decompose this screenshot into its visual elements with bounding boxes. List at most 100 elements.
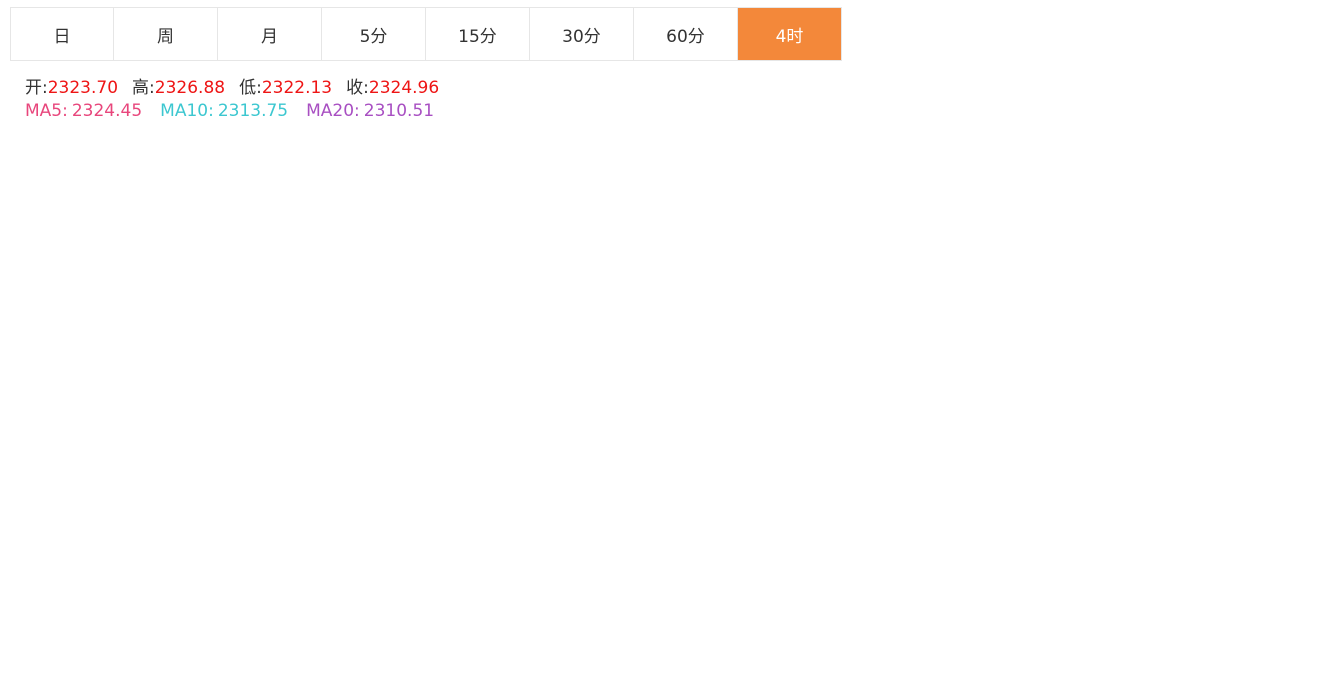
candle-body [943, 507, 956, 519]
low-label: 低: [239, 78, 262, 98]
candle-body [732, 420, 745, 468]
ma5-value: 2324.45 [71, 101, 143, 121]
candle-body [1003, 565, 1016, 641]
candle-body [1033, 585, 1046, 590]
tab-1[interactable]: 周 [114, 8, 218, 60]
close-value: 2324.96 [368, 78, 440, 98]
candle-body [401, 487, 414, 531]
y-tick-label: 2287.54 [1263, 635, 1321, 652]
candle-body [958, 507, 971, 543]
y-tick-label: 2356.33 [1263, 366, 1321, 383]
candle-body [10, 326, 22, 351]
candle-body [341, 479, 354, 496]
ma10-line [16, 255, 1221, 602]
candle-body [235, 358, 248, 449]
tab-7[interactable]: 4时 [738, 8, 842, 60]
y-tick-label: 2425.12 [1263, 96, 1321, 113]
candle-body [837, 608, 850, 653]
ma5-label: MA5: [25, 101, 68, 121]
ohlc-legend: 开:2323.70 高:2326.88 低:2322.13 收:2324.96 [25, 73, 443, 98]
timeframe-tabs: 日周月 5分 15分 30分 60分 4时 [10, 7, 842, 61]
candle-body [1138, 554, 1151, 570]
candle-body [280, 495, 293, 609]
candle-body [1153, 518, 1166, 555]
current-price-tag [1254, 484, 1331, 507]
candle-body [476, 518, 489, 523]
tab-2[interactable]: 月 [218, 8, 322, 60]
candle-body [1198, 499, 1211, 504]
high-label: 高: [132, 78, 155, 98]
y-tick-label: 2299.01 [1263, 590, 1321, 607]
current-price-label: 2324.96 [1262, 488, 1320, 505]
ma20-line [15, 263, 1221, 587]
candle-body [160, 228, 173, 280]
candle-body [988, 601, 1001, 641]
candle-body [1108, 593, 1121, 637]
candle-body [371, 510, 384, 527]
ma10-label: MA10: [160, 101, 214, 121]
candle-body [581, 471, 594, 474]
y-tick-label: 2321.94 [1263, 500, 1321, 517]
y-tick-label: 2333.40 [1263, 455, 1321, 472]
candle-body [506, 499, 519, 523]
ma20-label: MA20: [306, 101, 360, 121]
candle-body [220, 342, 233, 359]
high-value: 2326.88 [154, 78, 226, 98]
candle-body [536, 479, 549, 519]
candle-body [596, 448, 609, 472]
candle-body [250, 448, 263, 484]
candle-body [687, 471, 700, 476]
ma-legend: MA5: 2324.45 MA10: 2313.75 MA20: 2310.51 [25, 101, 438, 121]
open-value: 2323.70 [47, 78, 119, 98]
low-value: 2322.13 [261, 78, 333, 98]
candle-body [25, 295, 38, 331]
tab-3[interactable]: 5分 [322, 8, 426, 60]
candle-body [175, 228, 188, 241]
y-tick-label: 2413.66 [1263, 141, 1321, 158]
ma10-value: 2313.75 [217, 101, 289, 121]
candle-body [657, 448, 670, 450]
candle-body [747, 420, 760, 461]
ma5-line [15, 255, 1221, 646]
candle-body [491, 518, 504, 523]
candle-body [1093, 636, 1106, 638]
y-tick-label: 2310.47 [1263, 545, 1321, 562]
candle-body [295, 569, 308, 609]
candle-body [386, 499, 399, 527]
candle-body [717, 424, 730, 464]
candle-body [807, 534, 820, 562]
y-tick-label: 2344.87 [1263, 410, 1321, 427]
candle-body [1214, 495, 1226, 501]
open-label: 开: [25, 78, 48, 98]
candle-body [1168, 491, 1181, 519]
candle-body [913, 589, 925, 605]
ma20-value: 2310.51 [363, 101, 435, 121]
candle-body [642, 432, 655, 449]
tab-5[interactable]: 30分 [530, 8, 634, 60]
candle-body [265, 483, 278, 496]
candle-body [1123, 569, 1136, 594]
tab-4[interactable]: 15分 [426, 8, 530, 60]
candle-body [145, 287, 158, 296]
candle-body [897, 589, 910, 633]
candle-body [1063, 577, 1076, 594]
candle-body [867, 652, 880, 654]
candle-body [85, 260, 98, 280]
candle-body [566, 471, 579, 476]
candle-body [326, 479, 339, 621]
candle-body [1183, 491, 1196, 504]
candle-body [311, 569, 323, 621]
candle-body [205, 291, 218, 343]
y-tick-label: 2379.26 [1263, 276, 1321, 293]
candle-body [762, 460, 775, 464]
candle-body [521, 499, 534, 519]
candle-body [431, 503, 444, 515]
y-tick-label: 2402.19 [1263, 186, 1321, 203]
candle-body [416, 514, 429, 535]
candle-body [882, 632, 895, 653]
candle-body [55, 279, 68, 282]
tab-6[interactable]: 60分 [634, 8, 738, 60]
y-tick-label: 2390.73 [1263, 231, 1321, 248]
candle-body [356, 495, 369, 511]
tab-0[interactable]: 日 [10, 8, 114, 60]
